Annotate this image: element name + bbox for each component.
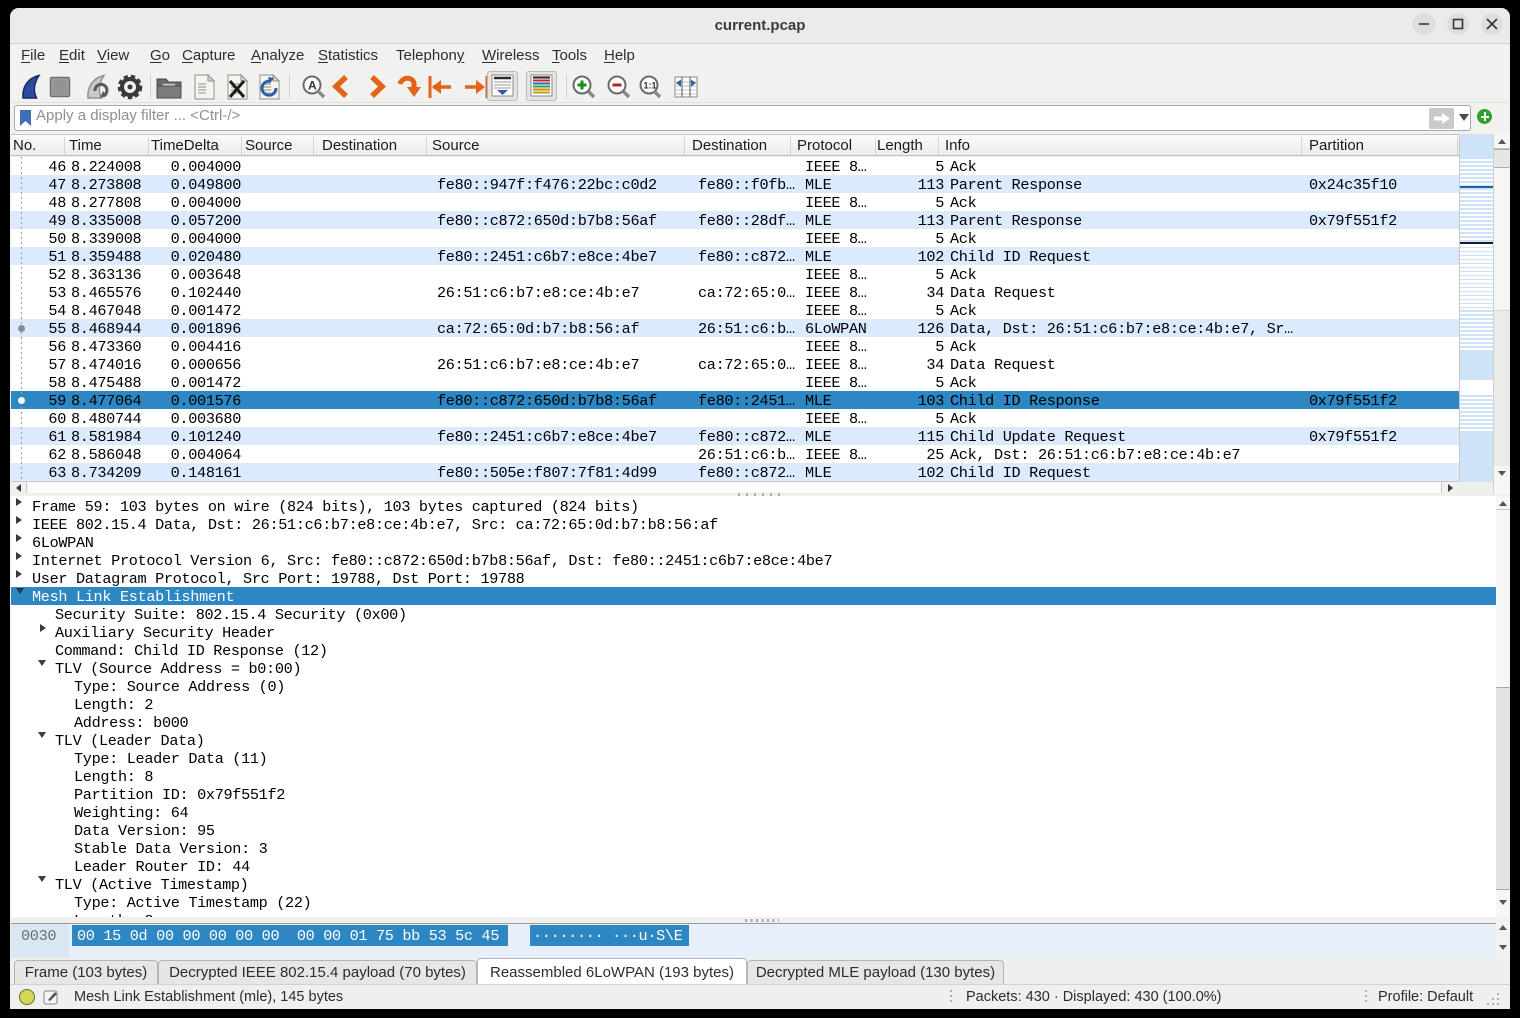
svg-text:A: A [308,79,317,93]
svg-text:1:1: 1:1 [644,81,657,91]
